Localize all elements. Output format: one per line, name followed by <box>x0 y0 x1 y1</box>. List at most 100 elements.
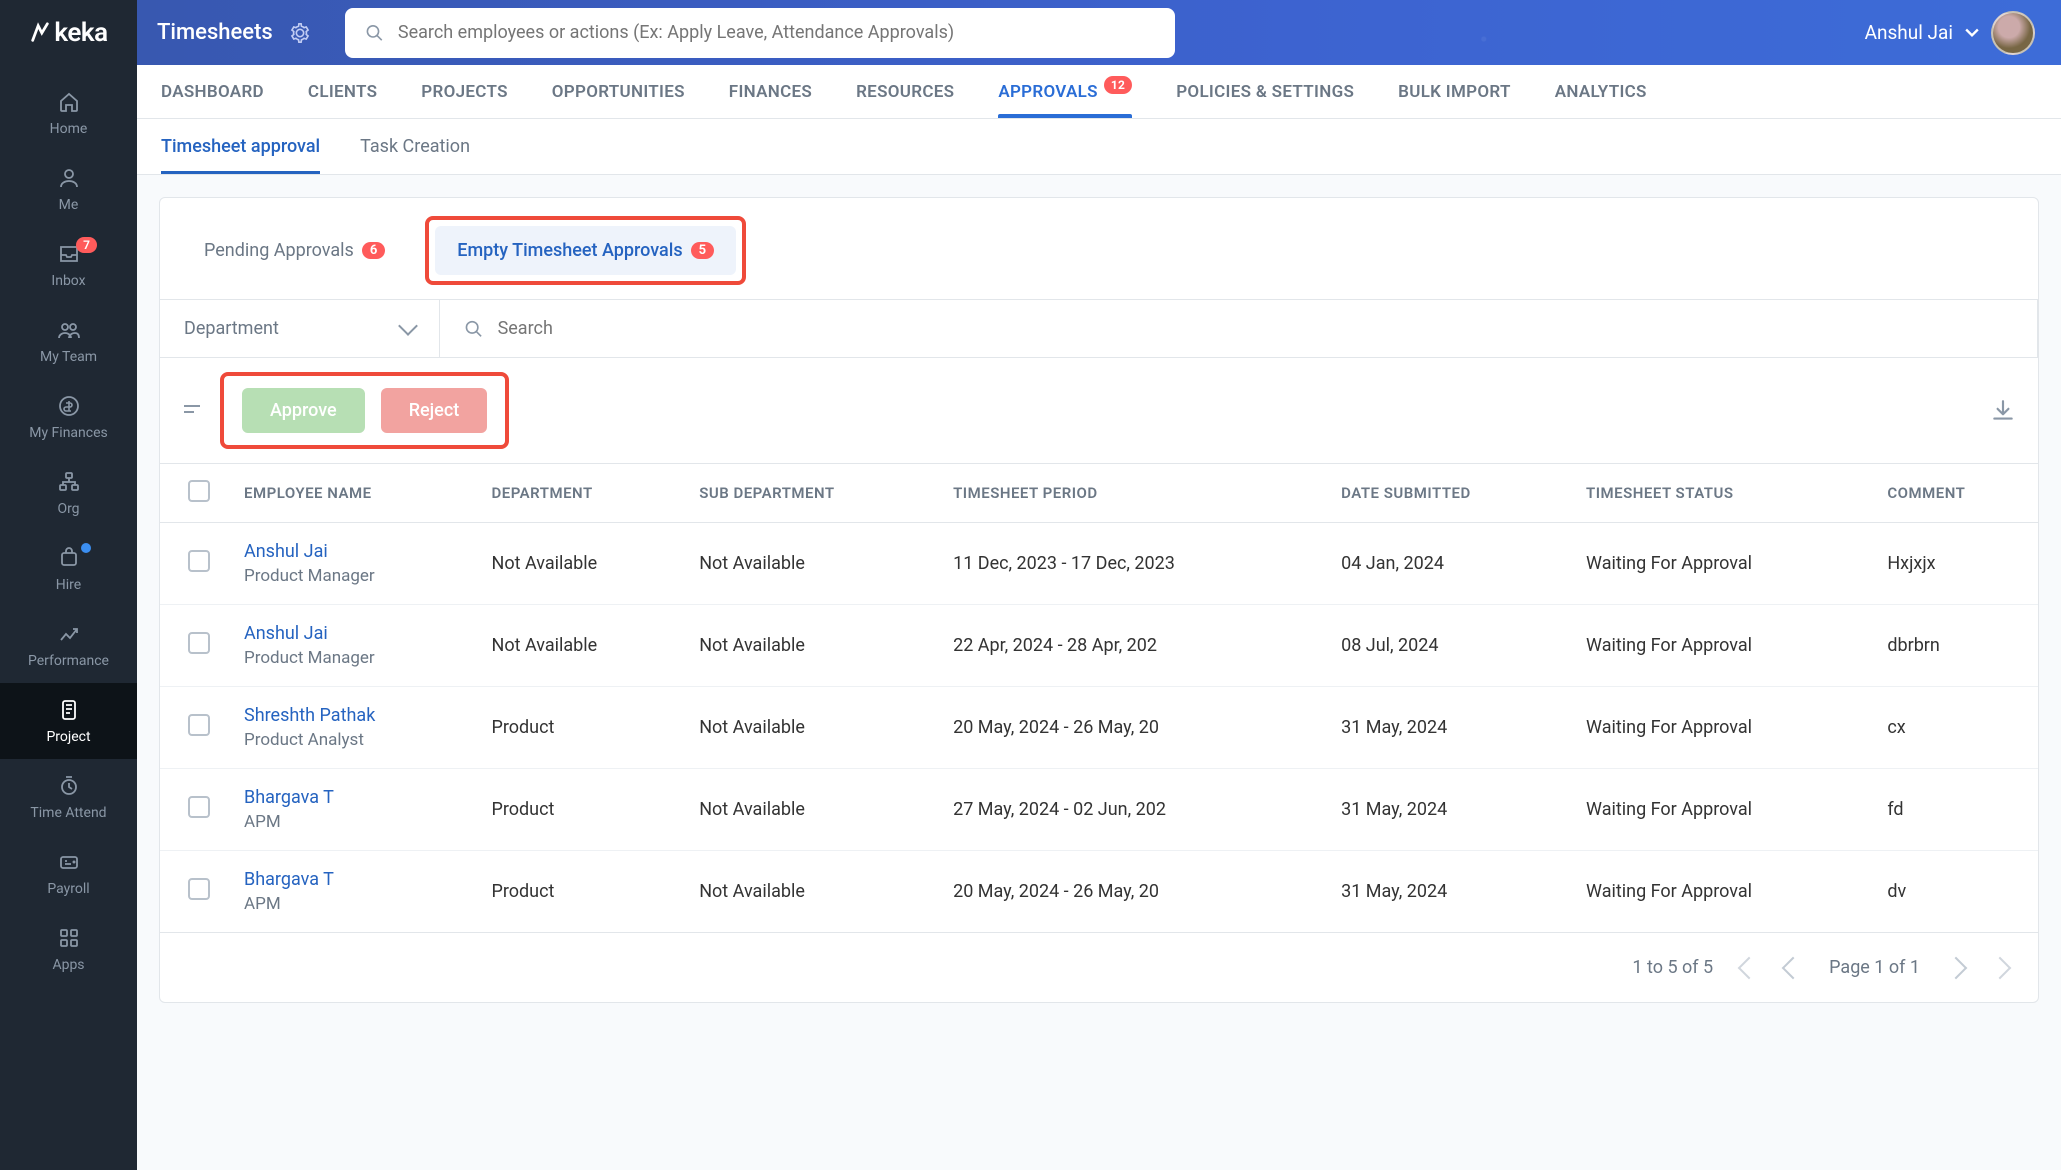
column-comment[interactable]: COMMENT <box>1873 464 2038 523</box>
chevron-down-icon <box>398 316 418 336</box>
column-employee-name[interactable]: EMPLOYEE NAME <box>230 464 477 523</box>
tab-highlight: Empty Timesheet Approvals5 <box>425 216 746 285</box>
sidebar-item-project[interactable]: Project <box>0 683 137 759</box>
sidebar-item-home[interactable]: Home <box>0 75 137 151</box>
sidebar-item-performance[interactable]: Performance <box>0 607 137 683</box>
sidebar-item-label: My Team <box>40 349 97 365</box>
settings-icon[interactable] <box>289 22 311 44</box>
sidebar-item-my-finances[interactable]: My Finances <box>0 379 137 455</box>
cell-subdepartment: Not Available <box>685 687 939 769</box>
employee-role: APM <box>244 812 463 832</box>
home-icon <box>56 89 82 115</box>
cell-comment: cx <box>1873 687 2038 769</box>
cell-subdepartment: Not Available <box>685 605 939 687</box>
select-all-checkbox[interactable] <box>188 480 210 502</box>
department-filter[interactable]: Department <box>160 300 440 357</box>
column-date-submitted[interactable]: DATE SUBMITTED <box>1327 464 1572 523</box>
sidebar-item-my-team[interactable]: My Team <box>0 303 137 379</box>
cell-department: Product <box>477 769 685 851</box>
subtab-task-creation[interactable]: Task Creation <box>360 136 470 157</box>
row-checkbox[interactable] <box>188 550 210 572</box>
pager-first-icon[interactable] <box>1738 956 1761 979</box>
tab-resources[interactable]: RESOURCES <box>856 82 954 102</box>
tab-dashboard[interactable]: DASHBOARD <box>161 82 264 102</box>
employee-name-link[interactable]: Bhargava T <box>244 869 463 890</box>
sidebar-item-me[interactable]: Me <box>0 151 137 227</box>
employee-name-link[interactable]: Bhargava T <box>244 787 463 808</box>
page-title: Timesheets <box>157 20 273 45</box>
global-search-input[interactable] <box>398 22 1155 43</box>
sidebar-item-time-attend[interactable]: Time Attend <box>0 759 137 835</box>
column-department[interactable]: DEPARTMENT <box>477 464 685 523</box>
global-search[interactable] <box>345 8 1175 58</box>
employee-role: Product Manager <box>244 566 463 586</box>
tab-bulk-import[interactable]: BULK IMPORT <box>1398 82 1511 102</box>
cell-status: Waiting For Approval <box>1572 851 1873 933</box>
employee-name-link[interactable]: Anshul Jai <box>244 541 463 562</box>
user-name: Anshul Jai <box>1865 21 1953 44</box>
column-timesheet-period[interactable]: TIMESHEET PERIOD <box>939 464 1327 523</box>
sidebar-item-label: Performance <box>28 653 109 669</box>
pager-prev-icon[interactable] <box>1782 956 1805 979</box>
sidebar-item-hire[interactable]: Hire <box>0 531 137 607</box>
approval-tab-badge: 5 <box>691 242 714 259</box>
left-sidebar: keka Home Me Inbox 7 My Team My Finances… <box>0 0 137 1170</box>
pager-next-icon[interactable] <box>1945 956 1968 979</box>
table-row: Bhargava T APM Product Not Available 20 … <box>160 851 2038 933</box>
row-checkbox[interactable] <box>188 796 210 818</box>
sidebar-item-org[interactable]: Org <box>0 455 137 531</box>
sidebar-item-label: My Finances <box>29 425 108 441</box>
sidebar-item-apps[interactable]: Apps <box>0 911 137 987</box>
secondary-tabs: Timesheet approval Task Creation <box>137 119 2061 175</box>
approval-tab-empty-timesheet-approvals[interactable]: Empty Timesheet Approvals5 <box>435 226 736 275</box>
cell-submitted: 31 May, 2024 <box>1327 769 1572 851</box>
pager-last-icon[interactable] <box>1989 956 2012 979</box>
employee-name-link[interactable]: Anshul Jai <box>244 623 463 644</box>
payroll-icon <box>56 849 82 875</box>
reject-button[interactable]: Reject <box>381 388 488 433</box>
topbar: Timesheets Anshul Jai <box>137 0 2061 65</box>
column-timesheet-status[interactable]: TIMESHEET STATUS <box>1572 464 1873 523</box>
cell-status: Waiting For Approval <box>1572 687 1873 769</box>
cell-period: 27 May, 2024 - 02 Jun, 202 <box>939 769 1327 851</box>
cell-department: Not Available <box>477 605 685 687</box>
cell-comment: dbrbrn <box>1873 605 2038 687</box>
sort-icon[interactable] <box>182 401 202 421</box>
sidebar-item-payroll[interactable]: Payroll <box>0 835 137 911</box>
download-icon[interactable] <box>1990 398 2016 424</box>
approve-button[interactable]: Approve <box>242 388 365 433</box>
row-checkbox[interactable] <box>188 878 210 900</box>
cell-comment: dv <box>1873 851 2038 933</box>
cell-subdepartment: Not Available <box>685 523 939 605</box>
tab-policies-settings[interactable]: POLICIES & SETTINGS <box>1176 82 1354 102</box>
tab-approvals[interactable]: APPROVALS12 <box>998 82 1132 102</box>
tab-finances[interactable]: FINANCES <box>729 82 812 102</box>
row-checkbox[interactable] <box>188 714 210 736</box>
cell-subdepartment: Not Available <box>685 769 939 851</box>
employee-name-link[interactable]: Shreshth Pathak <box>244 705 463 726</box>
approvals-card: Pending Approvals6 Empty Timesheet Approv… <box>159 197 2039 1003</box>
tab-projects[interactable]: PROJECTS <box>421 82 507 102</box>
user-icon <box>56 165 82 191</box>
action-highlight: Approve Reject <box>220 372 509 449</box>
approval-tab-pending-approvals[interactable]: Pending Approvals6 <box>182 226 407 275</box>
user-menu[interactable]: Anshul Jai <box>1865 11 2035 55</box>
department-filter-label: Department <box>184 318 279 339</box>
employee-role: Product Analyst <box>244 730 463 750</box>
cell-period: 20 May, 2024 - 26 May, 20 <box>939 687 1327 769</box>
cell-status: Waiting For Approval <box>1572 605 1873 687</box>
logo-icon <box>29 22 51 44</box>
cell-submitted: 08 Jul, 2024 <box>1327 605 1572 687</box>
tab-analytics[interactable]: ANALYTICS <box>1555 82 1647 102</box>
table-search[interactable] <box>440 300 2038 357</box>
sidebar-item-inbox[interactable]: Inbox 7 <box>0 227 137 303</box>
row-checkbox[interactable] <box>188 632 210 654</box>
table-row: Anshul Jai Product Manager Not Available… <box>160 605 2038 687</box>
tab-clients[interactable]: CLIENTS <box>308 82 377 102</box>
sub-tab-row: Pending Approvals6 Empty Timesheet Approv… <box>160 198 2038 285</box>
column-sub-department[interactable]: SUB DEPARTMENT <box>685 464 939 523</box>
tab-opportunities[interactable]: OPPORTUNITIES <box>552 82 685 102</box>
subtab-timesheet-approval[interactable]: Timesheet approval <box>161 136 320 157</box>
table-search-input[interactable] <box>498 318 2013 339</box>
sidebar-item-label: Me <box>59 197 79 213</box>
